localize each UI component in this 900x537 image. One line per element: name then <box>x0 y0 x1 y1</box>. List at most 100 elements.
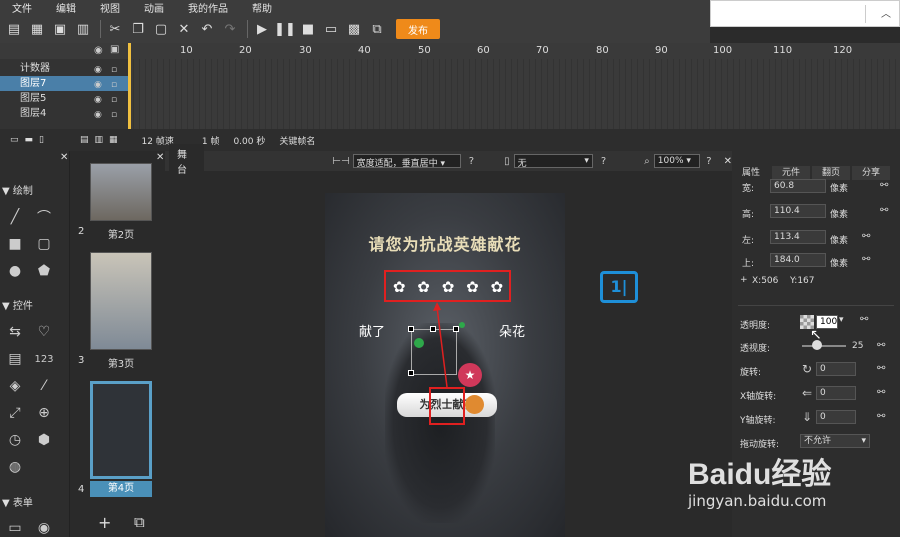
drag-rotate-select[interactable]: 不允许 ▾ <box>800 434 870 448</box>
save-icon[interactable]: ▥ <box>73 19 93 39</box>
connector-icon[interactable]: ⤢ <box>6 404 24 422</box>
chain-link-icon[interactable]: ⚯ <box>880 180 888 191</box>
section-forms-header[interactable]: ▼ 表单 <box>2 494 33 509</box>
tab-properties[interactable]: 属性 <box>734 166 768 180</box>
stop-icon[interactable]: ■ <box>298 19 318 39</box>
copy-icon[interactable]: ❐ <box>128 19 148 39</box>
lock-icon[interactable]: ▣ <box>110 44 119 55</box>
frame-icon[interactable]: ▤ <box>80 135 89 145</box>
share-code-icon[interactable]: 1| <box>600 271 638 303</box>
chain-link-icon[interactable]: ⚯ <box>877 387 885 398</box>
trash-icon[interactable]: ▯ <box>39 135 44 145</box>
qrcode-icon[interactable]: ▩ <box>344 19 364 39</box>
code-icon[interactable]: ⧉ <box>367 19 387 39</box>
left-input[interactable]: 113.4 <box>770 230 826 244</box>
section-controls-header[interactable]: ▼ 控件 <box>2 297 33 312</box>
dice-icon[interactable]: ⬢ <box>35 431 53 449</box>
menu-file[interactable]: 文件 <box>0 0 44 15</box>
fit-mode-select[interactable]: 宽度适配，垂直居中 ▾ <box>352 154 461 169</box>
form-input-icon[interactable]: ▭ <box>6 519 24 537</box>
opacity-stepper[interactable]: ▾ <box>839 315 844 325</box>
menu-view[interactable]: 视图 <box>88 0 132 15</box>
add-folder-icon[interactable]: ▬ <box>25 135 34 145</box>
tag-icon[interactable]: ◈ <box>6 377 24 395</box>
page-thumbnail[interactable] <box>90 252 152 350</box>
menu-edit[interactable]: 编辑 <box>44 0 88 15</box>
page-thumbnail-selected[interactable] <box>90 381 152 479</box>
eye-icon[interactable]: ◉ <box>94 45 103 56</box>
radio-icon[interactable]: ◉ <box>35 519 53 537</box>
counter-icon[interactable]: 123 <box>34 350 53 368</box>
device-select[interactable]: 无 ▾ <box>513 154 593 169</box>
circle-tool-icon[interactable]: ● <box>6 262 24 280</box>
timer-icon[interactable]: ◷ <box>6 431 24 449</box>
undo-icon[interactable]: ↶ <box>197 19 217 39</box>
new-folder-icon[interactable]: ▦ <box>27 19 47 39</box>
redo-icon[interactable]: ↷ <box>220 19 240 39</box>
paste-icon[interactable]: ▢ <box>151 19 171 39</box>
globe-icon[interactable]: ◍ <box>6 458 24 476</box>
menu-help[interactable]: 帮助 <box>240 0 284 15</box>
help-icon[interactable]: ? <box>469 156 474 167</box>
zoom-select[interactable]: 100% ▾ <box>653 154 701 168</box>
close-icon[interactable]: ✕ <box>60 152 68 163</box>
menu-my-works[interactable]: 我的作品 <box>176 0 240 15</box>
insert-page-icon[interactable]: ⧉ <box>134 513 145 531</box>
cut-icon[interactable]: ✂ <box>105 19 125 39</box>
playhead[interactable] <box>128 43 131 129</box>
wand-icon[interactable]: ⁄ <box>35 377 53 395</box>
heart-icon[interactable]: ♡ <box>35 323 53 341</box>
page-thumbnail[interactable] <box>90 163 152 221</box>
rect-tool-icon[interactable]: ■ <box>6 235 24 253</box>
chain-link-icon[interactable]: ⚯ <box>877 340 885 351</box>
chain-link-icon[interactable]: ⚯ <box>860 314 868 325</box>
printer-icon[interactable]: ▤ <box>6 350 24 368</box>
tab-flip[interactable]: 翻页 <box>812 166 850 180</box>
chain-link-icon[interactable]: ⚯ <box>862 254 870 265</box>
close-icon[interactable]: ✕ <box>156 152 164 163</box>
phone-canvas[interactable]: 请您为抗战英雄献花 ✿ ✿ ✿ ✿ ✿ 献了 朵花 ★ 为烈士献花 <box>325 193 565 537</box>
layer-row[interactable]: 计数器 ◉ ▫ <box>0 61 128 76</box>
x-rotate-input[interactable]: 0 <box>816 386 856 400</box>
frame-icon[interactable]: ▦ <box>109 135 118 145</box>
preview-icon[interactable]: ▭ <box>321 19 341 39</box>
line-tool-icon[interactable]: ╱ <box>6 208 24 226</box>
rounded-rect-tool-icon[interactable]: ▢ <box>35 235 53 253</box>
delete-icon[interactable]: ✕ <box>174 19 194 39</box>
close-icon[interactable]: ✕ <box>724 156 732 167</box>
chain-link-icon[interactable]: ⚯ <box>877 411 885 422</box>
eye-icon[interactable]: ◉ <box>94 108 102 123</box>
pentagon-tool-icon[interactable]: ⬟ <box>35 262 53 280</box>
toggle-icon[interactable]: ⇆ <box>6 323 24 341</box>
chain-link-icon[interactable]: ⚯ <box>880 205 888 216</box>
publish-button[interactable]: 发布 <box>396 19 440 39</box>
frame-icon[interactable]: ▥ <box>95 135 104 145</box>
perspective-slider-track[interactable] <box>802 345 846 347</box>
top-input[interactable]: 184.0 <box>770 253 826 267</box>
tab-share[interactable]: 分享 <box>852 166 890 180</box>
height-input[interactable]: 110.4 <box>770 204 826 218</box>
add-layer-icon[interactable]: ▭ <box>10 135 19 145</box>
width-input[interactable]: 60.8 <box>770 179 826 193</box>
frame-grid[interactable] <box>128 59 900 129</box>
help-icon[interactable]: ? <box>601 156 606 167</box>
lock-icon[interactable]: ▫ <box>111 108 117 123</box>
pause-icon[interactable]: ❚❚ <box>274 19 296 39</box>
new-file-icon[interactable]: ▤ <box>4 19 24 39</box>
help-icon[interactable]: ? <box>706 156 711 167</box>
chain-link-icon[interactable]: ⚯ <box>862 231 870 242</box>
chain-link-icon[interactable]: ⚯ <box>877 363 885 374</box>
rotate-input[interactable]: 0 <box>816 362 856 376</box>
timeline-ruler[interactable]: ◉ ▣ 10 20 30 40 50 60 70 80 90 100 110 1… <box>0 43 900 59</box>
add-page-icon[interactable]: + <box>98 513 111 532</box>
tab-stage[interactable]: 舞台 <box>169 144 205 178</box>
layer-row-selected[interactable]: 图层7 ◉ ▫ <box>0 76 128 91</box>
curve-tool-icon[interactable]: ⌒ <box>35 208 53 226</box>
layer-row[interactable]: 图层5 ◉ ▫ <box>0 91 128 106</box>
zoom-icon[interactable]: ⊕ <box>35 404 53 422</box>
chevron-up-icon[interactable]: ︿ <box>881 5 891 20</box>
layer-row[interactable]: 图层4 ◉ ▫ <box>0 106 128 121</box>
section-draw-header[interactable]: ▼ 绘制 <box>2 182 33 197</box>
y-rotate-input[interactable]: 0 <box>816 410 856 424</box>
play-icon[interactable]: ▶ <box>252 19 272 39</box>
